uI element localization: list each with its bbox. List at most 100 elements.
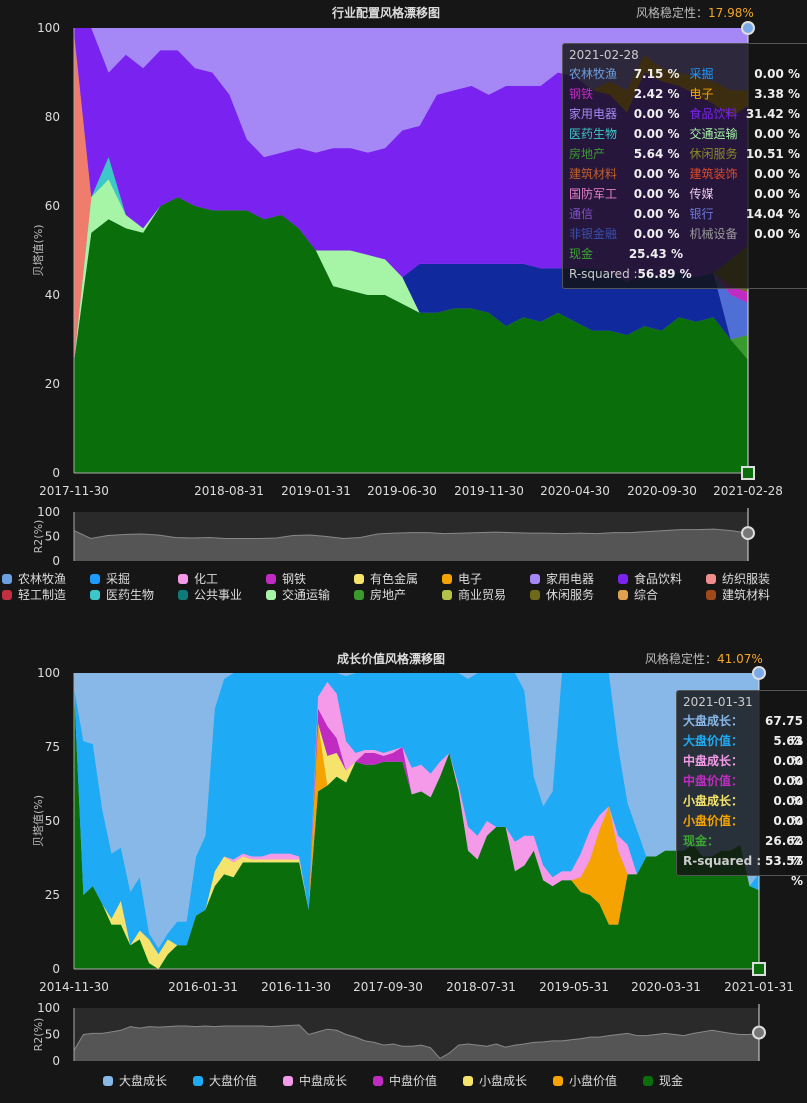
tooltip-series-name: 非银金融 <box>569 227 618 241</box>
legend-item-建筑材料[interactable]: 建筑材料 <box>706 586 770 603</box>
legend-item-大盘成长[interactable]: 大盘成长 <box>103 1072 167 1089</box>
tooltip-row: 中盘价值： 0.00 % <box>683 771 805 808</box>
legend-item-房地产[interactable]: 房地产 <box>354 586 406 603</box>
legend-item-有色金属[interactable]: 有色金属 <box>354 570 418 587</box>
tooltip-series-name: 交通运输 <box>689 127 738 141</box>
chart2-cursor-top-marker[interactable] <box>752 666 766 680</box>
tooltip-row: 大盘成长： 67.75 % <box>683 711 805 748</box>
legend-label: 化工 <box>194 572 219 586</box>
industry-drift-panel: 行业配置风格漂移图 风格稳定性：17.98% 0 20 40 60 80 100 贝塔值(%… <box>0 0 807 620</box>
tooltip-series-name: 现金 <box>569 247 594 261</box>
chart2-xtick-label: 2018-07-31 <box>446 980 516 994</box>
legend-label: 小盘价值 <box>569 1074 618 1088</box>
tooltip-series-name: 通信 <box>569 207 594 221</box>
chart2-r2-handle[interactable] <box>752 1025 766 1040</box>
tooltip-series-value: 0.00 % <box>754 167 800 181</box>
legend-item-交通运输[interactable]: 交通运输 <box>266 586 330 603</box>
legend-item-化工[interactable]: 化工 <box>178 570 218 587</box>
legend-item-休闲服务[interactable]: 休闲服务 <box>530 586 594 603</box>
chart2-ytick-label: 50 <box>45 814 60 828</box>
tooltip-series-value: 0.00 % <box>633 167 680 181</box>
legend-item-大盘价值[interactable]: 大盘价值 <box>193 1072 257 1089</box>
tooltip-series-name: 传媒 <box>689 187 714 201</box>
legend-label: 中盘成长 <box>299 1074 348 1088</box>
chart1-ytick-label: 40 <box>45 288 60 302</box>
tooltip-series-value: 0.00 % <box>633 107 680 121</box>
legend-swatch <box>354 574 364 584</box>
tooltip-series-value: 0.00 % <box>754 187 800 201</box>
chart1-xtick-label: 2019-01-31 <box>281 484 351 498</box>
legend-swatch <box>530 590 540 600</box>
legend-swatch <box>373 1076 383 1086</box>
legend-item-小盘价值[interactable]: 小盘价值 <box>553 1072 617 1089</box>
legend-swatch <box>178 574 188 584</box>
tooltip-series-value: 0.00 % <box>773 754 803 788</box>
chart1-legend[interactable]: 农林牧渔 采掘 化工 钢铁 有色金属 电子 家用电器 食品饮料 纺织服装轻工制造 医药生物 公共事业… <box>0 570 807 610</box>
tooltip-series-value: 5.64 % <box>633 147 680 161</box>
chart2-xtick-label: 2020-03-31 <box>631 980 701 994</box>
tooltip-row: 小盘价值： 0.00 % <box>683 811 805 848</box>
tooltip-series-value: 53.57 % <box>765 854 803 888</box>
legend-item-医药生物[interactable]: 医药生物 <box>90 586 154 603</box>
legend-item-轻工制造[interactable]: 轻工制造 <box>2 586 66 603</box>
chart1-xtick-label: 2019-11-30 <box>454 484 524 498</box>
legend-item-综合[interactable]: 综合 <box>618 586 658 603</box>
legend-swatch <box>283 1076 293 1086</box>
legend-swatch <box>266 590 276 600</box>
legend-label: 有色金属 <box>370 572 419 586</box>
legend-swatch <box>643 1076 653 1086</box>
tooltip-row: 建筑材料 0.00 % 建筑装饰 0.00 % <box>569 164 807 184</box>
chart2-legend[interactable]: 大盘成长 大盘价值 中盘成长 中盘价值 小盘成长 小盘价值 现金 <box>0 1072 807 1092</box>
tooltip-row: 房地产 5.64 % 休闲服务 10.51 % <box>569 144 807 164</box>
legend-item-电子[interactable]: 电子 <box>442 570 482 587</box>
chart1-r2-tick: 100 <box>37 505 60 519</box>
legend-swatch <box>618 574 628 584</box>
legend-item-中盘价值[interactable]: 中盘价值 <box>373 1072 437 1089</box>
tooltip-row: 钢铁 2.42 % 电子 3.38 % <box>569 84 807 104</box>
chart1-xtick-label: 2021-02-28 <box>713 484 783 498</box>
tooltip-row: 现金 25.43 % <box>569 244 807 264</box>
legend-swatch <box>178 590 188 600</box>
chart1-cursor-bottom-marker[interactable] <box>741 466 755 480</box>
legend-swatch <box>706 574 716 584</box>
legend-item-商业贸易[interactable]: 商业贸易 <box>442 586 506 603</box>
tooltip-series-name: 小盘成长： <box>683 794 744 808</box>
legend-item-现金[interactable]: 现金 <box>643 1072 683 1089</box>
chart1-cursor-top-marker[interactable] <box>741 21 755 35</box>
tooltip-series-name: 农林牧渔 <box>569 67 618 81</box>
chart1-r2-handle[interactable] <box>741 526 755 541</box>
tooltip-row: 医药生物 0.00 % 交通运输 0.00 % <box>569 124 807 144</box>
legend-label: 小盘成长 <box>479 1074 528 1088</box>
legend-label: 综合 <box>634 588 659 602</box>
tooltip-series-value: 10.51 % <box>745 147 800 161</box>
tooltip-series-name: 医药生物 <box>569 127 618 141</box>
legend-item-食品饮料[interactable]: 食品饮料 <box>618 570 682 587</box>
tooltip-series-name: 采掘 <box>689 67 714 81</box>
legend-item-采掘[interactable]: 采掘 <box>90 570 130 587</box>
legend-label: 农林牧渔 <box>18 572 67 586</box>
tooltip-series-value: 0.00 % <box>773 794 803 828</box>
chart1-r2-tick: 50 <box>45 530 60 544</box>
tooltip-date: 2021-01-31 <box>683 695 753 709</box>
legend-item-家用电器[interactable]: 家用电器 <box>530 570 594 587</box>
chart1-ytick-label: 80 <box>45 110 60 124</box>
tooltip-series-name: R-squared : <box>569 267 638 281</box>
legend-item-钢铁[interactable]: 钢铁 <box>266 570 306 587</box>
legend-label: 交通运输 <box>282 588 331 602</box>
tooltip-series-value: 0.00 % <box>633 187 680 201</box>
legend-swatch <box>463 1076 473 1086</box>
tooltip-series-name: 食品饮料 <box>689 107 738 121</box>
legend-label: 商业贸易 <box>458 588 507 602</box>
legend-item-农林牧渔[interactable]: 农林牧渔 <box>2 570 66 587</box>
tooltip-series-value: 0.00 % <box>754 67 800 81</box>
chart2-cursor-bottom-marker[interactable] <box>752 962 766 976</box>
tooltip-series-name: R-squared : <box>683 854 762 868</box>
legend-label: 医药生物 <box>106 588 155 602</box>
legend-item-公共事业[interactable]: 公共事业 <box>178 586 242 603</box>
legend-item-纺织服装[interactable]: 纺织服装 <box>706 570 770 587</box>
legend-item-小盘成长[interactable]: 小盘成长 <box>463 1072 527 1089</box>
legend-item-中盘成长[interactable]: 中盘成长 <box>283 1072 347 1089</box>
legend-label: 家用电器 <box>546 572 595 586</box>
chart1-xtick-label: 2017-11-30 <box>39 484 109 498</box>
legend-label: 休闲服务 <box>546 588 595 602</box>
